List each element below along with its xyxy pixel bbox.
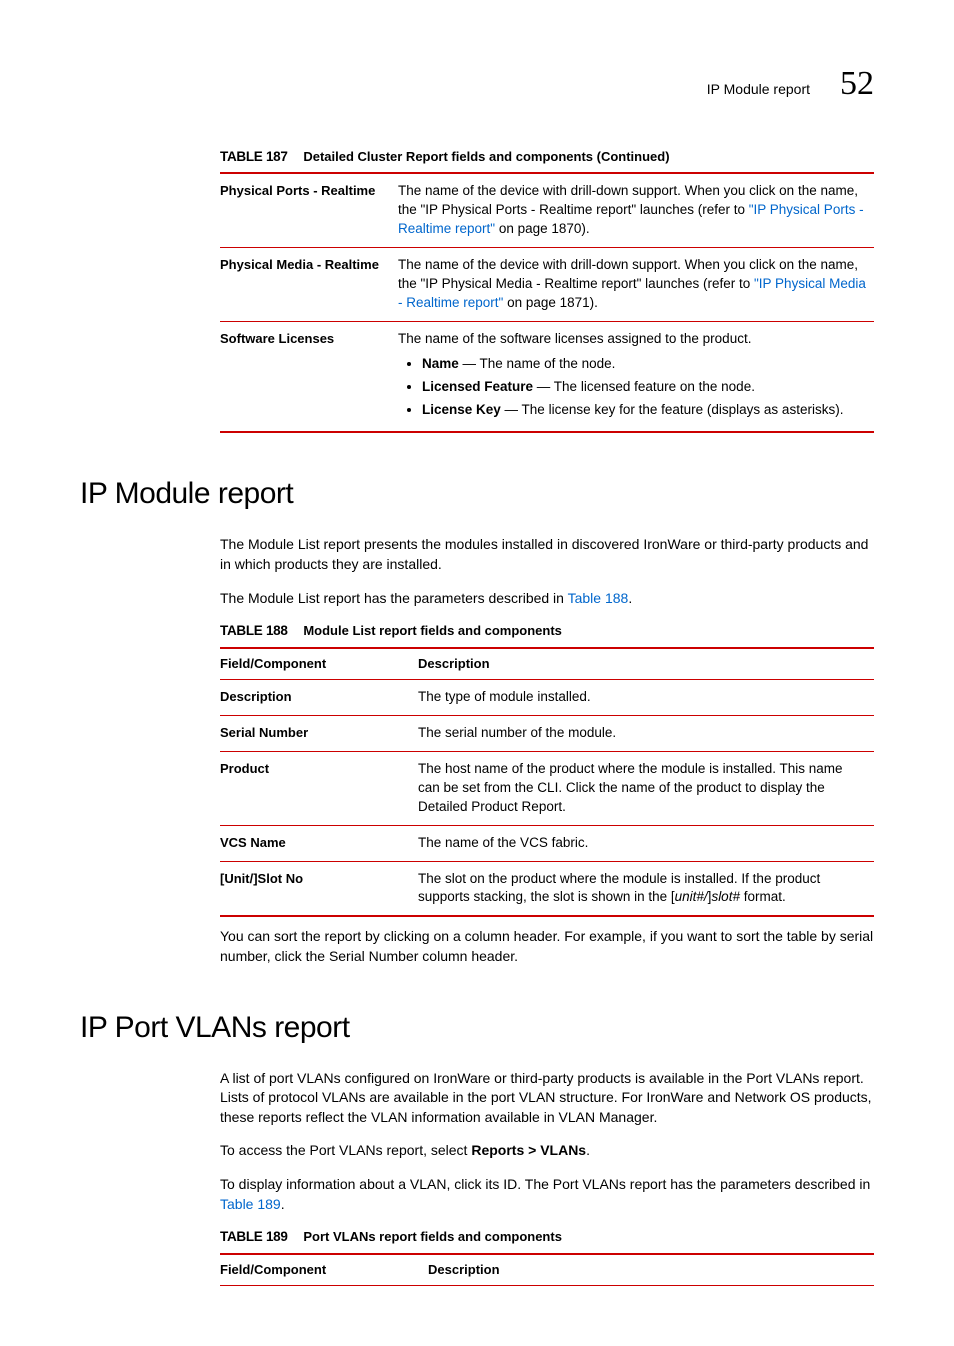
text: The name of the software licenses assign… — [398, 331, 751, 346]
col-header[interactable]: Description — [418, 648, 874, 680]
text: unit#/ — [675, 889, 708, 904]
table188-caption-text: Module List report fields and components — [303, 623, 562, 638]
field-cell: Physical Ports - Realtime — [220, 173, 398, 247]
table-row: [Unit/]Slot No The slot on the product w… — [220, 861, 874, 916]
table189-caption: TABLE 189 Port VLANs report fields and c… — [220, 1228, 874, 1247]
paragraph: The Module List report has the parameter… — [220, 589, 874, 609]
paragraph: A list of port VLANs configured on IronW… — [220, 1069, 874, 1128]
table187-caption: TABLE 187 Detailed Cluster Report fields… — [220, 148, 874, 167]
table-row: Physical Ports - Realtime The name of th… — [220, 173, 874, 247]
heading-ip-port-vlans: IP Port VLANs report — [80, 1007, 874, 1049]
desc-cell: The host name of the product where the m… — [418, 752, 874, 826]
table189-label: TABLE 189 — [220, 1229, 288, 1244]
table187-label: TABLE 187 — [220, 149, 288, 164]
table187: Physical Ports - Realtime The name of th… — [220, 172, 874, 433]
text: Name — [422, 356, 459, 371]
link-table188[interactable]: Table 188 — [568, 590, 629, 606]
field-cell: [Unit/]Slot No — [220, 861, 418, 916]
field-cell: Software Licenses — [220, 321, 398, 432]
field-cell: VCS Name — [220, 825, 418, 861]
text: on page 1870). — [495, 221, 590, 236]
table188-label: TABLE 188 — [220, 623, 288, 638]
table-row: Description The type of module installed… — [220, 680, 874, 716]
text: . — [586, 1142, 590, 1158]
text: License Key — [422, 402, 501, 417]
table-row: Physical Media - Realtime The name of th… — [220, 248, 874, 322]
chapter-number: 52 — [840, 60, 874, 108]
text: Licensed Feature — [422, 379, 533, 394]
table189-caption-text: Port VLANs report fields and components — [303, 1229, 562, 1244]
paragraph: To display information about a VLAN, cli… — [220, 1175, 874, 1214]
desc-cell: The name of the VCS fabric. — [418, 825, 874, 861]
desc-cell: The type of module installed. — [418, 680, 874, 716]
table-header-row: Field/Component Description — [220, 648, 874, 680]
page-header-title: IP Module report — [707, 80, 810, 100]
desc-cell: The serial number of the module. — [418, 716, 874, 752]
table187-caption-text: Detailed Cluster Report fields and compo… — [303, 149, 669, 164]
list-item: License Key — The license key for the fe… — [422, 401, 866, 420]
heading-ip-module: IP Module report — [80, 473, 874, 515]
desc-cell: The name of the software licenses assign… — [398, 321, 874, 432]
list-item: Licensed Feature — The licensed feature … — [422, 378, 866, 397]
desc-cell: The name of the device with drill-down s… — [398, 248, 874, 322]
table188: Field/Component Description Description … — [220, 647, 874, 917]
menu-path: Reports > VLANs — [471, 1142, 586, 1158]
text: — The licensed feature on the node. — [533, 379, 755, 394]
col-header[interactable]: Description — [428, 1254, 874, 1286]
table-row: Software Licenses The name of the softwa… — [220, 321, 874, 432]
text: To display information about a VLAN, cli… — [220, 1176, 870, 1192]
text: — The name of the node. — [459, 356, 616, 371]
paragraph: To access the Port VLANs report, select … — [220, 1141, 874, 1161]
text: format. — [740, 889, 786, 904]
list-item: Name — The name of the node. — [422, 355, 866, 374]
field-cell: Description — [220, 680, 418, 716]
table-row: VCS Name The name of the VCS fabric. — [220, 825, 874, 861]
paragraph: The Module List report presents the modu… — [220, 535, 874, 574]
text: To access the Port VLANs report, select — [220, 1142, 471, 1158]
link-table189[interactable]: Table 189 — [220, 1196, 281, 1212]
text: slot# — [711, 889, 740, 904]
table-header-row: Field/Component Description — [220, 1254, 874, 1286]
col-header[interactable]: Field/Component — [220, 1254, 428, 1286]
desc-cell: The slot on the product where the module… — [418, 861, 874, 916]
bullet-list: Name — The name of the node. Licensed Fe… — [398, 355, 866, 420]
col-header[interactable]: Field/Component — [220, 648, 418, 680]
text: The Module List report has the parameter… — [220, 590, 568, 606]
text: — The license key for the feature (displ… — [501, 402, 844, 417]
field-cell: Serial Number — [220, 716, 418, 752]
field-cell: Physical Media - Realtime — [220, 248, 398, 322]
table-row: Product The host name of the product whe… — [220, 752, 874, 826]
text: . — [628, 590, 632, 606]
desc-cell: The name of the device with drill-down s… — [398, 173, 874, 247]
table189: Field/Component Description — [220, 1253, 874, 1286]
field-cell: Product — [220, 752, 418, 826]
paragraph: You can sort the report by clicking on a… — [220, 927, 874, 966]
text: . — [281, 1196, 285, 1212]
table-row: Serial Number The serial number of the m… — [220, 716, 874, 752]
page-header: IP Module report 52 — [80, 60, 874, 108]
text: on page 1871). — [503, 295, 598, 310]
table188-caption: TABLE 188 Module List report fields and … — [220, 622, 874, 641]
